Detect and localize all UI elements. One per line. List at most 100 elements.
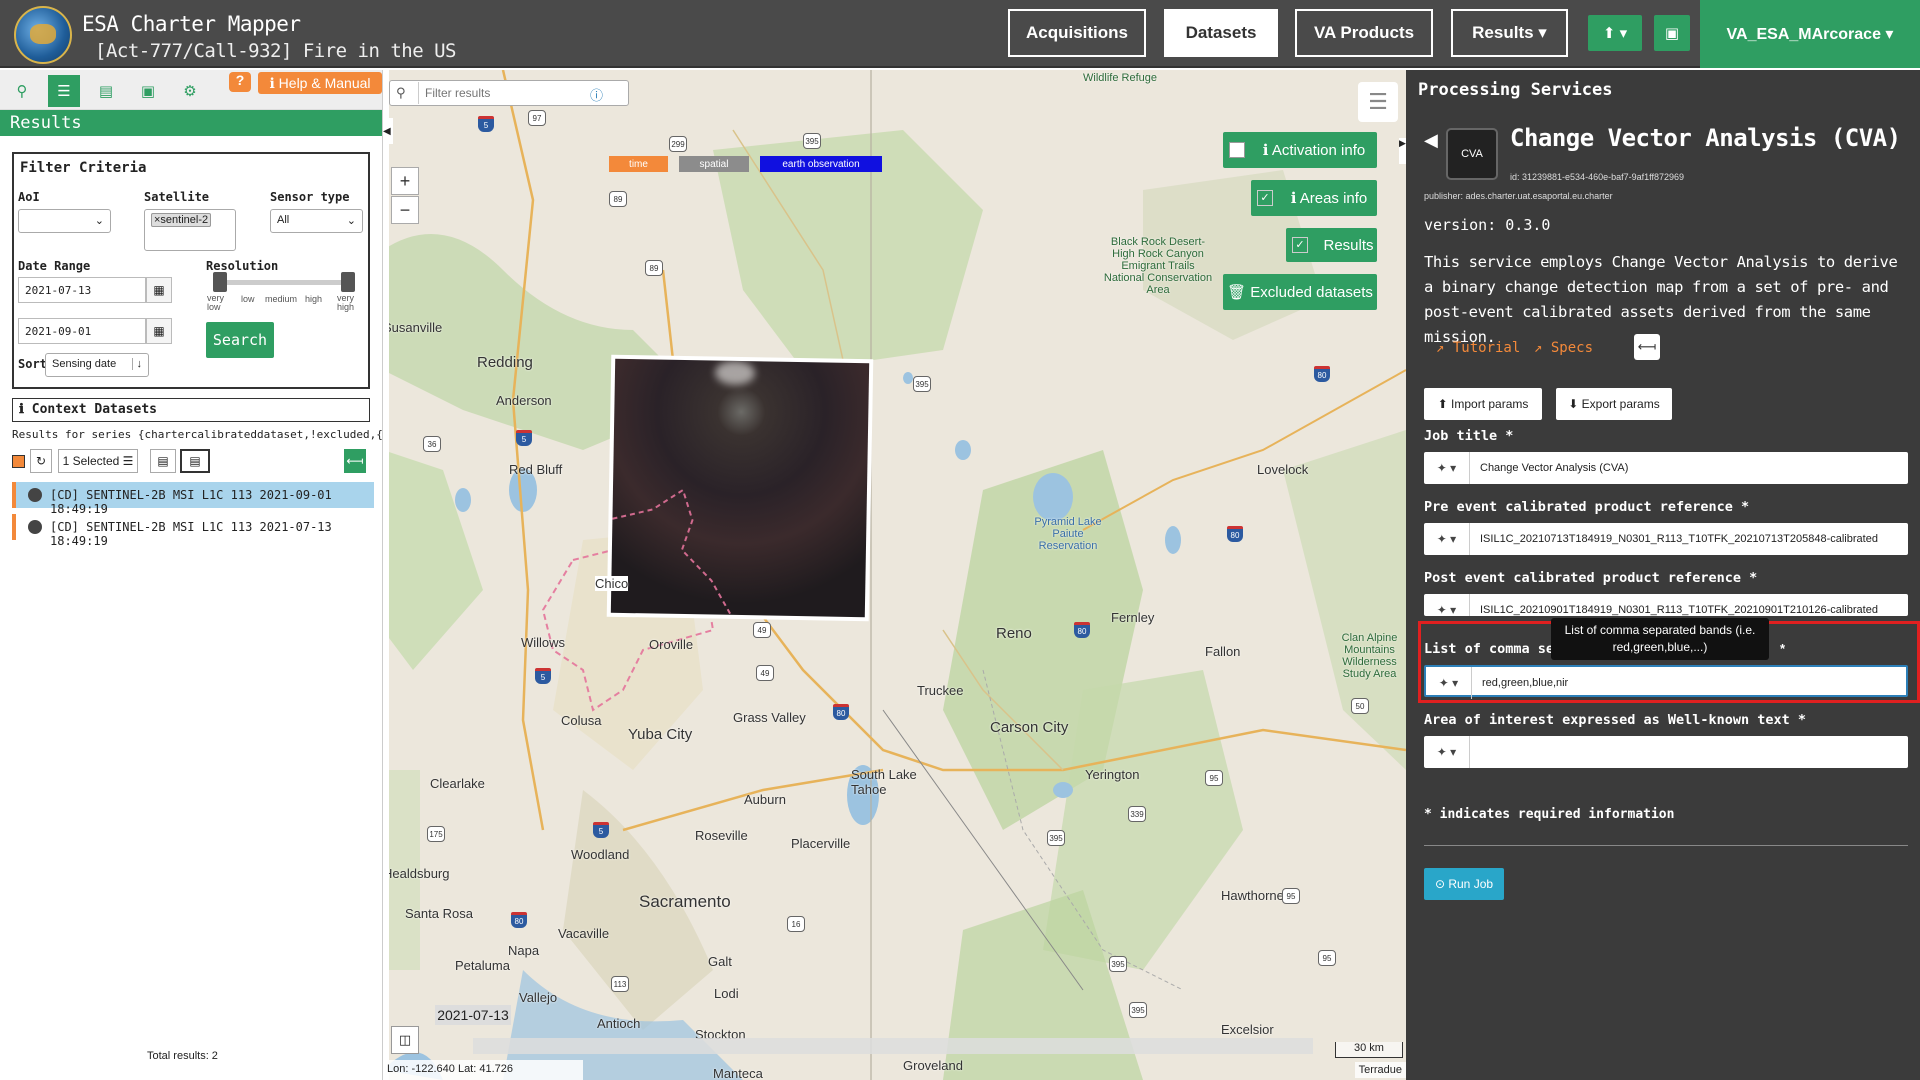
spatial-filter-tag[interactable]: spatial bbox=[679, 156, 749, 172]
activation-checkbox[interactable] bbox=[1229, 142, 1245, 158]
result-item[interactable]: [CD] SENTINEL-2B MSI L1C 113 2021-07-13 … bbox=[12, 514, 374, 548]
processing-services-title: Processing Services bbox=[1418, 80, 1613, 100]
search-button[interactable]: Search bbox=[206, 322, 274, 358]
zoom-out-button[interactable]: − bbox=[391, 196, 419, 224]
satellite-select[interactable]: ×sentinel-2 bbox=[144, 209, 236, 251]
interstate-shield-icon: 80 bbox=[1074, 622, 1090, 638]
results-checkbox[interactable]: ✓ bbox=[1292, 237, 1308, 253]
pre-event-input[interactable]: ISIL1C_20210713T184919_N0301_R113_T10TFK… bbox=[1480, 533, 1900, 545]
interstate-shield-icon: 80 bbox=[833, 704, 849, 720]
context-datasets-toggle[interactable]: ℹ Context Datasets bbox=[12, 398, 370, 422]
briefcase-icon[interactable]: ▣ bbox=[1654, 15, 1690, 51]
run-job-button[interactable]: ⊙ Run Job bbox=[1424, 868, 1504, 900]
select-all-checkbox[interactable] bbox=[12, 455, 25, 468]
wand-dropdown-icon[interactable]: ✦ ▾ bbox=[1424, 594, 1470, 616]
basket-all-icon[interactable]: ▤ bbox=[180, 449, 210, 473]
place-label: Galt bbox=[708, 954, 732, 969]
zoom-in-button[interactable]: + bbox=[391, 167, 419, 195]
nav-acquisitions[interactable]: Acquisitions bbox=[1008, 9, 1146, 57]
nav-va-products[interactable]: VA Products bbox=[1295, 9, 1433, 57]
layers-icon[interactable]: ☰ bbox=[1358, 82, 1398, 122]
import-params-button[interactable]: ⬆ Import params bbox=[1424, 388, 1542, 420]
nav-datasets[interactable]: Datasets bbox=[1164, 9, 1278, 57]
wand-dropdown-icon[interactable]: ✦ ▾ bbox=[1424, 452, 1470, 484]
export-params-button[interactable]: ⬇ Export params bbox=[1556, 388, 1672, 420]
basket-icon[interactable]: ▤ bbox=[90, 75, 122, 107]
wand-dropdown-icon[interactable]: ✦ ▾ bbox=[1424, 523, 1470, 555]
route-shield-icon: 49 bbox=[756, 665, 774, 681]
scale-bar: 30 km bbox=[1335, 1042, 1403, 1058]
info-icon[interactable]: ⓘ bbox=[590, 85, 603, 104]
date-to-input[interactable]: 2021-09-01 bbox=[18, 318, 146, 344]
top-navbar: ESA Charter Mapper [Act-777/Call-932] Fi… bbox=[0, 0, 1920, 68]
route-shield-icon: 175 bbox=[427, 826, 445, 842]
sort-arrow-icon[interactable]: ↓ bbox=[131, 358, 142, 370]
slider-max-handle[interactable] bbox=[341, 272, 355, 292]
satellite-tag[interactable]: ×sentinel-2 bbox=[151, 213, 212, 227]
list-icon[interactable]: ☰ bbox=[48, 75, 80, 107]
gear-icon[interactable]: ⚙ bbox=[174, 75, 206, 107]
date-from-input[interactable]: 2021-07-13 bbox=[18, 277, 146, 303]
map-attribution: Terradue bbox=[1354, 1062, 1406, 1078]
tutorial-link[interactable]: ↗ Tutorial bbox=[1436, 340, 1520, 356]
wand-dropdown-icon[interactable]: ✦ ▾ bbox=[1424, 736, 1470, 768]
place-label: South Lake Tahoe bbox=[851, 767, 917, 797]
selected-dropdown[interactable]: 1 Selected ☰ bbox=[58, 449, 138, 473]
post-event-input[interactable]: ISIL1C_20210901T184919_N0301_R113_T10TFK… bbox=[1480, 604, 1900, 616]
result-item[interactable]: [CD] SENTINEL-2B MSI L1C 113 2021-09-01 … bbox=[12, 482, 374, 516]
place-label: Yuba City bbox=[628, 726, 693, 743]
user-menu[interactable]: VA_ESA_MArcorace ▾ bbox=[1700, 0, 1920, 68]
timeline-date-label: 2021-07-13 bbox=[435, 1005, 511, 1025]
collapse-left-arrow-icon[interactable]: ◀ bbox=[383, 118, 393, 144]
map-view[interactable]: Redding Anderson Red Bluff Willows Orovi… bbox=[383, 70, 1406, 1080]
post-event-field: ✦ ▾ ISIL1C_20210901T184919_N0301_R113_T10… bbox=[1424, 594, 1908, 616]
calendar-icon[interactable]: ▦ bbox=[146, 277, 172, 303]
interstate-shield-icon: 5 bbox=[535, 668, 551, 684]
sensor-type-select[interactable]: All ⌄ bbox=[270, 209, 363, 233]
share-icon[interactable]: ⟻ bbox=[344, 449, 366, 473]
excluded-datasets-button[interactable]: 🗑 Excluded datasets bbox=[1223, 274, 1377, 310]
specs-link[interactable]: ↗ Specs bbox=[1534, 340, 1593, 356]
refresh-icon[interactable]: ↻ bbox=[30, 449, 52, 473]
post-event-label: Post event calibrated product reference … bbox=[1424, 570, 1758, 586]
filter-results-input[interactable] bbox=[418, 82, 588, 104]
resolution-slider[interactable] bbox=[213, 272, 355, 292]
place-label: Lodi bbox=[714, 986, 739, 1001]
time-filter-tag[interactable]: time bbox=[609, 156, 668, 172]
place-label: Clearlake bbox=[430, 776, 485, 791]
areas-info-button[interactable]: ✓ ℹ Areas info bbox=[1251, 180, 1377, 216]
help-question-icon[interactable]: ? bbox=[229, 72, 251, 92]
sort-label: Sort bbox=[18, 357, 47, 371]
globe-icon bbox=[28, 488, 42, 502]
slider-min-handle[interactable] bbox=[213, 272, 227, 292]
nav-results-dropdown[interactable]: Results ▾ bbox=[1451, 9, 1568, 57]
calendar-icon[interactable]: ▦ bbox=[146, 318, 172, 344]
help-manual-button[interactable]: ℹ Help & Manual bbox=[258, 72, 382, 94]
activation-info-button[interactable]: ℹ Activation info bbox=[1223, 132, 1377, 168]
resolution-label: Resolution bbox=[206, 259, 279, 273]
share-icon[interactable]: ⟻ bbox=[1634, 334, 1660, 360]
upload-dropdown-button[interactable]: ⬆ ▾ bbox=[1588, 15, 1642, 51]
archive-icon[interactable]: ▣ bbox=[132, 75, 164, 107]
search-icon[interactable]: ⚲ bbox=[6, 75, 38, 107]
eo-filter-tag[interactable]: earth observation bbox=[760, 156, 882, 172]
route-shield-icon: 50 bbox=[1351, 698, 1369, 714]
add-basket-icon[interactable]: ▤ bbox=[150, 449, 176, 473]
areas-checkbox[interactable]: ✓ bbox=[1257, 190, 1273, 206]
route-shield-icon: 113 bbox=[611, 976, 629, 992]
sort-select[interactable]: Sensing date ↓ bbox=[45, 353, 149, 377]
aoi-select[interactable]: ⌄ bbox=[18, 209, 111, 233]
place-label: Wildlife Refuge bbox=[1083, 72, 1157, 84]
results-layer-button[interactable]: ✓ Results bbox=[1286, 228, 1377, 262]
timeline-toggle-icon[interactable]: ◫ bbox=[391, 1026, 419, 1054]
interstate-shield-icon: 5 bbox=[478, 116, 494, 132]
res-tick-high: high bbox=[305, 294, 323, 304]
back-arrow-icon[interactable]: ◀ bbox=[1424, 130, 1438, 151]
satellite-preview-image[interactable] bbox=[606, 354, 874, 622]
job-title-input[interactable]: Change Vector Analysis (CVA) bbox=[1480, 462, 1900, 474]
esa-charter-logo[interactable] bbox=[14, 6, 72, 64]
timeline-bar[interactable] bbox=[473, 1038, 1313, 1054]
collapse-right-arrow-icon[interactable]: ▶ bbox=[1399, 138, 1406, 164]
pre-event-label: Pre event calibrated product reference * bbox=[1424, 499, 1750, 515]
aoi-wkt-field: ✦ ▾ bbox=[1424, 736, 1908, 768]
